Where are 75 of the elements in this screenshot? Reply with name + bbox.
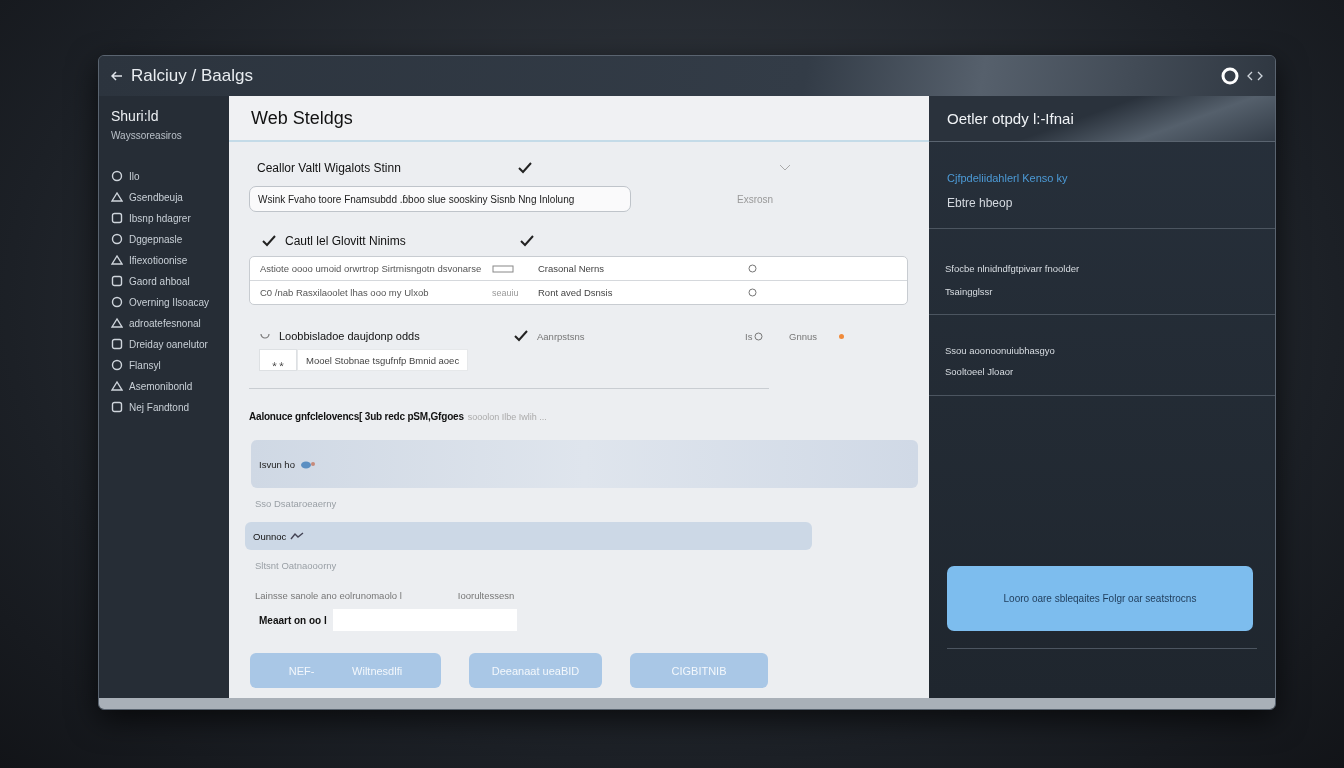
table-cell-text: C0 /nab Rasxilaoolet lhas ooo my Ulxob <box>260 287 430 298</box>
status-label: Gnnus <box>789 330 817 342</box>
detail-text: Sfocbe nlnidndfgtpivarr fnoolder <box>945 263 1081 274</box>
cloud-icon <box>298 459 317 469</box>
back-icon[interactable] <box>111 71 123 81</box>
menu-item-icon <box>111 254 123 266</box>
sidebar-item[interactable]: Dreiday oanelutor <box>111 337 229 351</box>
menu-item-icon <box>111 338 123 350</box>
sidebar-subtitle: Wayssoreasiros <box>111 130 183 141</box>
menu-item-icon <box>111 233 123 245</box>
text-field[interactable]: Wsink Fvaho toore Fnamsubdd .ɓboo slue sooskiny Sisnb Nng Inlolung <box>249 186 631 212</box>
section-label: Loobbisladoe daujdonp odds <box>279 330 421 342</box>
menu-item-icon <box>111 170 123 182</box>
page-title: Web Steldgs <box>251 107 353 129</box>
text-field[interactable]: Mooel Stobnae tsgufnfp Bmnid aoec <box>297 349 469 371</box>
menu-item-icon <box>111 359 123 371</box>
side-label: Exsrosn <box>737 193 774 205</box>
field-label: Ioorultessesn <box>457 590 515 601</box>
check-icon[interactable] <box>513 329 529 343</box>
table-cell-text: seauiu <box>492 287 520 298</box>
window-title: Ralciuy / Baalgs <box>131 66 253 86</box>
banner-label: Isvun ho <box>259 458 295 470</box>
sidebar-title: Shuri:ld <box>111 108 160 124</box>
menu-item-icon <box>111 212 123 224</box>
check-icon[interactable] <box>517 161 533 175</box>
menu-item-icon <box>111 275 123 287</box>
detail-text: Ebtre hbeop <box>947 196 1014 210</box>
sidebar-item[interactable]: Ibsnp hdagrer <box>111 211 229 225</box>
sidebar-item[interactable]: Gsendbeuja <box>111 190 229 204</box>
menu-item-icon <box>111 401 123 413</box>
sidebar-item[interactable]: Ilo <box>111 169 229 183</box>
dial-icon <box>754 331 764 341</box>
option-note: Sso Dsataroeaerny <box>255 498 337 509</box>
detail-text: Ssou aoonoonuiubhasgyo <box>945 345 1056 356</box>
frame-icon <box>492 264 514 273</box>
section-note: Aanrpstsns <box>537 330 586 342</box>
sidebar-item[interactable]: Nej Fandtond <box>111 400 229 414</box>
table-cell-text: Astiote oooo umoid orwrtrop Sirtrnisngotn dsvonarse <box>260 263 483 274</box>
table-cell-text: Ront aved Dsnsis <box>538 287 614 298</box>
sidebar-item[interactable]: Asemonibonld <box>111 379 229 393</box>
detail-text: Tsaingglssr <box>945 286 994 297</box>
sidebar-item[interactable]: Ifiexotioonise <box>111 253 229 267</box>
code-icon[interactable] <box>1247 71 1263 81</box>
sidebar-item[interactable]: Flansyl <box>111 358 229 372</box>
sidebar-item[interactable]: adroatefesnonal <box>111 316 229 330</box>
check-icon[interactable] <box>519 234 535 248</box>
dial-icon[interactable] <box>748 288 757 297</box>
panel-title: Oetler otpdy l:-Ifnai <box>947 110 1074 127</box>
detail-link[interactable]: Cjfpdeliidahlerl Kenso ky <box>947 172 1259 184</box>
section-label: Ceallor Valtl Wigalots Stinn <box>257 161 402 175</box>
status-dot <box>839 333 844 339</box>
option-note: Sltsnt Oatnaooorny <box>255 560 337 571</box>
menu-item-icon <box>111 317 123 329</box>
sidebar-item[interactable]: Overning Ilsoacay <box>111 295 229 309</box>
ring-icon[interactable] <box>1221 67 1239 85</box>
menu-item-icon <box>111 191 123 203</box>
hint-text: sooolon Ilbe Iwlih ... <box>467 411 547 422</box>
field-label: Lainsse sanole ano eolrunomaolo l <box>255 590 402 601</box>
sidebar-item[interactable]: Gaord ahboal <box>111 274 229 288</box>
toggle-icon <box>290 532 305 540</box>
sidebar-item[interactable]: Dggepnasle <box>111 232 229 246</box>
count-label: Is <box>745 330 753 342</box>
detail-text: Sooltoeel Jloaor <box>945 366 1015 377</box>
menu-item-icon <box>111 380 123 392</box>
menu-item-icon <box>111 296 123 308</box>
field-label: Meaart on oo l <box>259 614 327 626</box>
table-cell-text: Crasonal Nerns <box>538 263 605 274</box>
check-icon[interactable] <box>261 234 277 248</box>
option-row[interactable]: Ounnoc <box>245 522 812 550</box>
section-label: Cautl lel Glovitt Ninims <box>285 234 407 248</box>
section-label: Aalonuce gnfclelovencs[ 3ub redc pSM,Gfgoes <box>249 411 464 422</box>
dial-icon[interactable] <box>748 264 757 273</box>
refresh-icon[interactable] <box>259 331 271 341</box>
action-button[interactable]: Looro oare sbleqaites Folgr oar seatstrocns <box>947 566 1253 631</box>
stepper[interactable]: ⁎ ⁎ <box>259 349 297 371</box>
